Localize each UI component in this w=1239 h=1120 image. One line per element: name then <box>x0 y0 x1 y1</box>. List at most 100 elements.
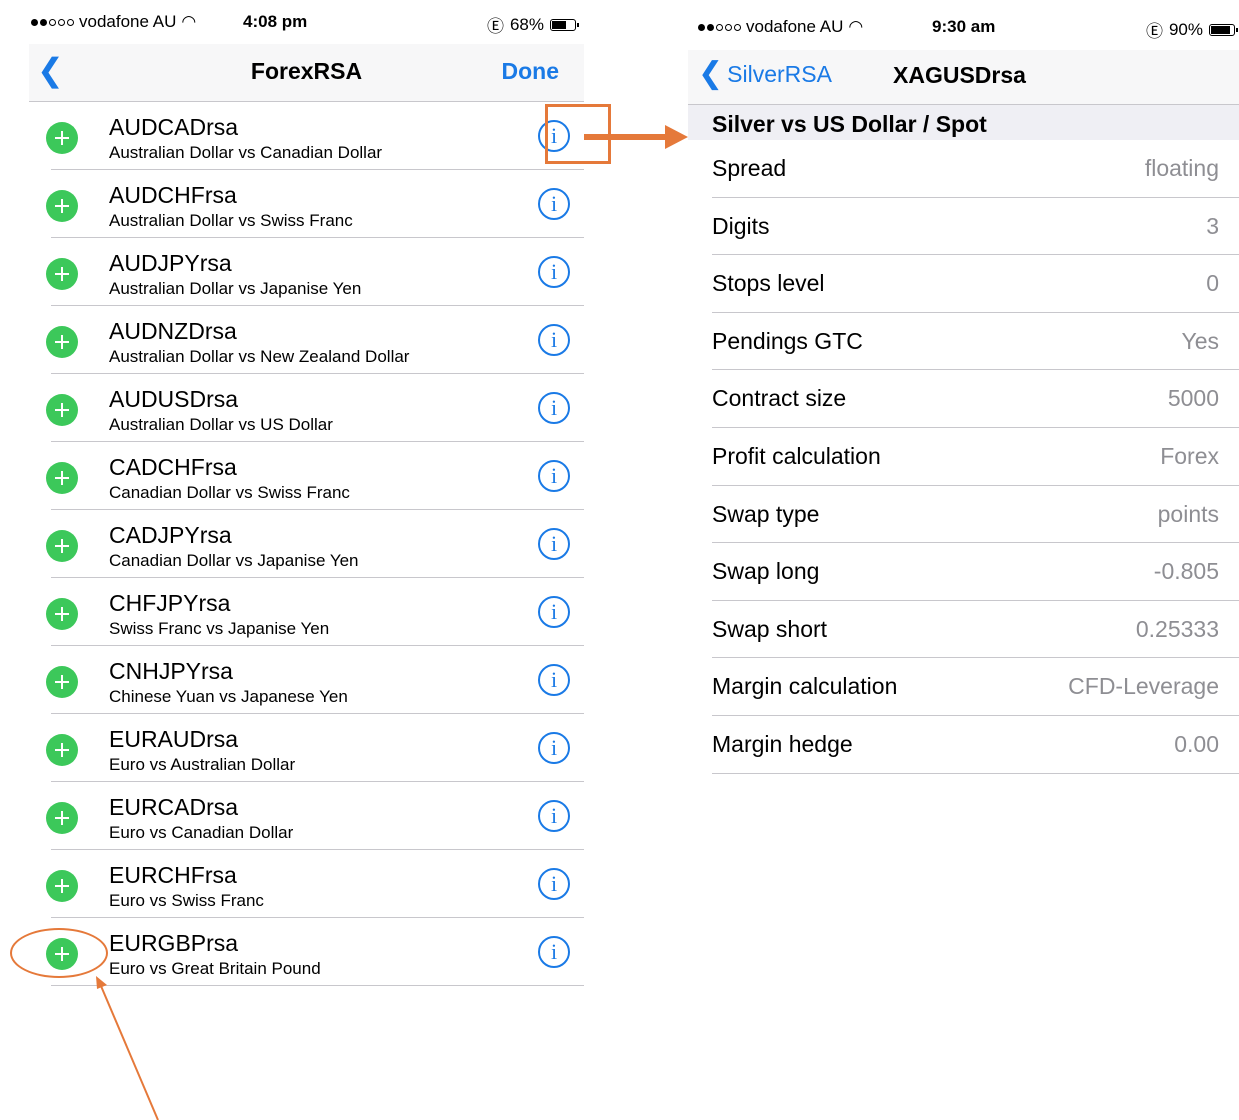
info-icon[interactable]: i <box>538 732 570 764</box>
status-time: 4:08 pm <box>243 12 308 31</box>
property-row: Swap short 0.25333 <box>688 601 1239 659</box>
add-symbol-icon[interactable] <box>46 190 78 222</box>
symbol-description: Euro vs Canadian Dollar <box>109 823 294 842</box>
property-value: 5000 <box>1167 385 1219 412</box>
symbol-description: Euro vs Swiss Franc <box>109 891 264 910</box>
navigation-bar: ❮ SilverRSA XAGUSDrsa <box>688 50 1239 105</box>
info-icon[interactable]: i <box>538 324 570 356</box>
symbol-name: CNHJPYrsa <box>109 658 233 684</box>
symbol-description: Australian Dollar vs Canadian Dollar <box>109 143 383 162</box>
wifi-icon: ◠ <box>181 12 197 31</box>
rotation-lock-icon: Ⓔ <box>1145 22 1163 41</box>
symbol-row[interactable]: EURCHFrsa Euro vs Swiss Franc i <box>29 850 584 918</box>
info-icon[interactable]: i <box>538 256 570 288</box>
property-value: Forex <box>1160 442 1219 469</box>
add-symbol-icon[interactable] <box>46 462 78 494</box>
signal-icon <box>31 18 74 26</box>
symbol-description: Australian Dollar vs US Dollar <box>109 415 333 434</box>
symbol-row[interactable]: AUDUSDrsa Australian Dollar vs US Dollar i <box>29 374 584 442</box>
add-symbol-icon[interactable] <box>46 870 78 902</box>
page-title: XAGUSDrsa <box>893 62 1026 88</box>
symbol-name: CADJPYrsa <box>109 522 232 548</box>
symbol-row[interactable]: CNHJPYrsa Chinese Yuan vs Japanese Yen i <box>29 646 584 714</box>
symbol-row[interactable]: AUDNZDrsa Australian Dollar vs New Zealan… <box>29 306 584 374</box>
symbol-description: Euro vs Australian Dollar <box>109 755 296 774</box>
property-value: -0.805 <box>1153 558 1219 585</box>
symbol-name: AUDCADrsa <box>109 114 239 140</box>
property-row: Profit calculation Forex <box>688 428 1239 486</box>
battery-percent: 68% <box>509 14 544 34</box>
info-icon[interactable]: i <box>538 936 570 968</box>
add-symbol-icon[interactable] <box>46 258 78 290</box>
symbol-row[interactable]: EURCADrsa Euro vs Canadian Dollar i <box>29 782 584 850</box>
property-row: Swap type points <box>688 486 1239 544</box>
property-row: Pendings GTC Yes <box>688 313 1239 371</box>
symbol-description: Swiss Franc vs Japanise Yen <box>109 619 330 638</box>
symbol-row[interactable]: AUDCHFrsa Australian Dollar vs Swiss Fran… <box>29 170 584 238</box>
back-label: SilverRSA <box>727 60 832 87</box>
symbol-name: EURCADrsa <box>109 794 239 820</box>
symbol-name: EURAUDrsa <box>109 726 239 752</box>
navigation-bar: ❮ ForexRSA Done <box>29 44 584 102</box>
add-symbol-icon[interactable] <box>46 666 78 698</box>
info-icon[interactable]: i <box>538 392 570 424</box>
done-button[interactable]: Done <box>502 58 560 85</box>
carrier-name: vodafone AU <box>79 12 177 31</box>
symbol-row[interactable]: AUDCADrsa Australian Dollar vs Canadian D… <box>29 102 584 170</box>
info-icon[interactable]: i <box>538 800 570 832</box>
property-value: 0.25333 <box>1135 615 1219 642</box>
section-title: Silver vs US Dollar / Spot <box>712 111 987 137</box>
symbol-name: CADCHFrsa <box>109 454 237 480</box>
info-icon[interactable]: i <box>538 188 570 220</box>
annotation-info-highlight <box>545 104 611 164</box>
add-symbol-icon[interactable] <box>46 122 78 154</box>
add-symbol-icon[interactable] <box>46 802 78 834</box>
symbol-name: AUDCHFrsa <box>109 182 237 208</box>
rotation-lock-icon: Ⓔ <box>486 17 504 36</box>
info-icon[interactable]: i <box>538 460 570 492</box>
property-label: Profit calculation <box>712 442 881 469</box>
add-symbol-icon[interactable] <box>46 598 78 630</box>
add-symbol-icon[interactable] <box>46 530 78 562</box>
add-symbol-icon[interactable] <box>46 326 78 358</box>
property-row: Stops level 0 <box>688 255 1239 313</box>
section-header: Silver vs US Dollar / Spot <box>688 105 1239 140</box>
symbol-description: Euro vs Great Britain Pound <box>109 959 321 978</box>
property-value: 0 <box>1206 270 1219 297</box>
property-label: Contract size <box>712 385 847 412</box>
battery-icon <box>550 18 579 31</box>
info-icon[interactable]: i <box>538 528 570 560</box>
add-symbol-icon[interactable] <box>46 394 78 426</box>
symbol-row[interactable]: CADCHFrsa Canadian Dollar vs Swiss Franc i <box>29 442 584 510</box>
property-label: Pendings GTC <box>712 327 863 354</box>
status-time: 9:30 am <box>932 17 996 36</box>
info-icon[interactable]: i <box>538 664 570 696</box>
symbol-row[interactable]: EURGBPrsa Euro vs Great Britain Pound i <box>29 918 584 986</box>
info-icon[interactable]: i <box>538 596 570 628</box>
property-value: 3 <box>1206 212 1219 239</box>
property-row: Digits 3 <box>688 198 1239 256</box>
symbol-row[interactable]: CADJPYrsa Canadian Dollar vs Japanise Yen… <box>29 510 584 578</box>
signal-icon <box>698 23 741 31</box>
property-label: Spread <box>712 155 787 181</box>
symbol-description: Australian Dollar vs Swiss Franc <box>109 211 353 230</box>
symbol-row[interactable]: EURAUDrsa Euro vs Australian Dollar i <box>29 714 584 782</box>
property-label: Digits <box>712 212 770 239</box>
wifi-icon: ◠ <box>848 17 864 36</box>
back-button[interactable]: ❮ SilverRSA <box>698 59 832 89</box>
chevron-left-icon: ❮ <box>698 57 724 90</box>
status-right: Ⓔ 90% <box>1145 17 1238 42</box>
info-icon[interactable]: i <box>538 868 570 900</box>
property-label: Stops level <box>712 270 825 297</box>
property-value: 0.00 <box>1174 730 1219 757</box>
property-label: Swap long <box>712 558 820 585</box>
symbol-description: Canadian Dollar vs Japanise Yen <box>109 551 359 570</box>
symbol-row[interactable]: CHFJPYrsa Swiss Franc vs Japanise Yen i <box>29 578 584 646</box>
property-label: Swap type <box>712 500 820 527</box>
battery-icon <box>1209 23 1238 36</box>
property-label: Swap short <box>712 615 828 642</box>
symbol-row[interactable]: AUDJPYrsa Australian Dollar vs Japanise Y… <box>29 238 584 306</box>
battery-percent: 90% <box>1168 19 1203 39</box>
add-symbol-icon[interactable] <box>46 734 78 766</box>
property-row: Margin hedge 0.00 <box>688 716 1239 774</box>
